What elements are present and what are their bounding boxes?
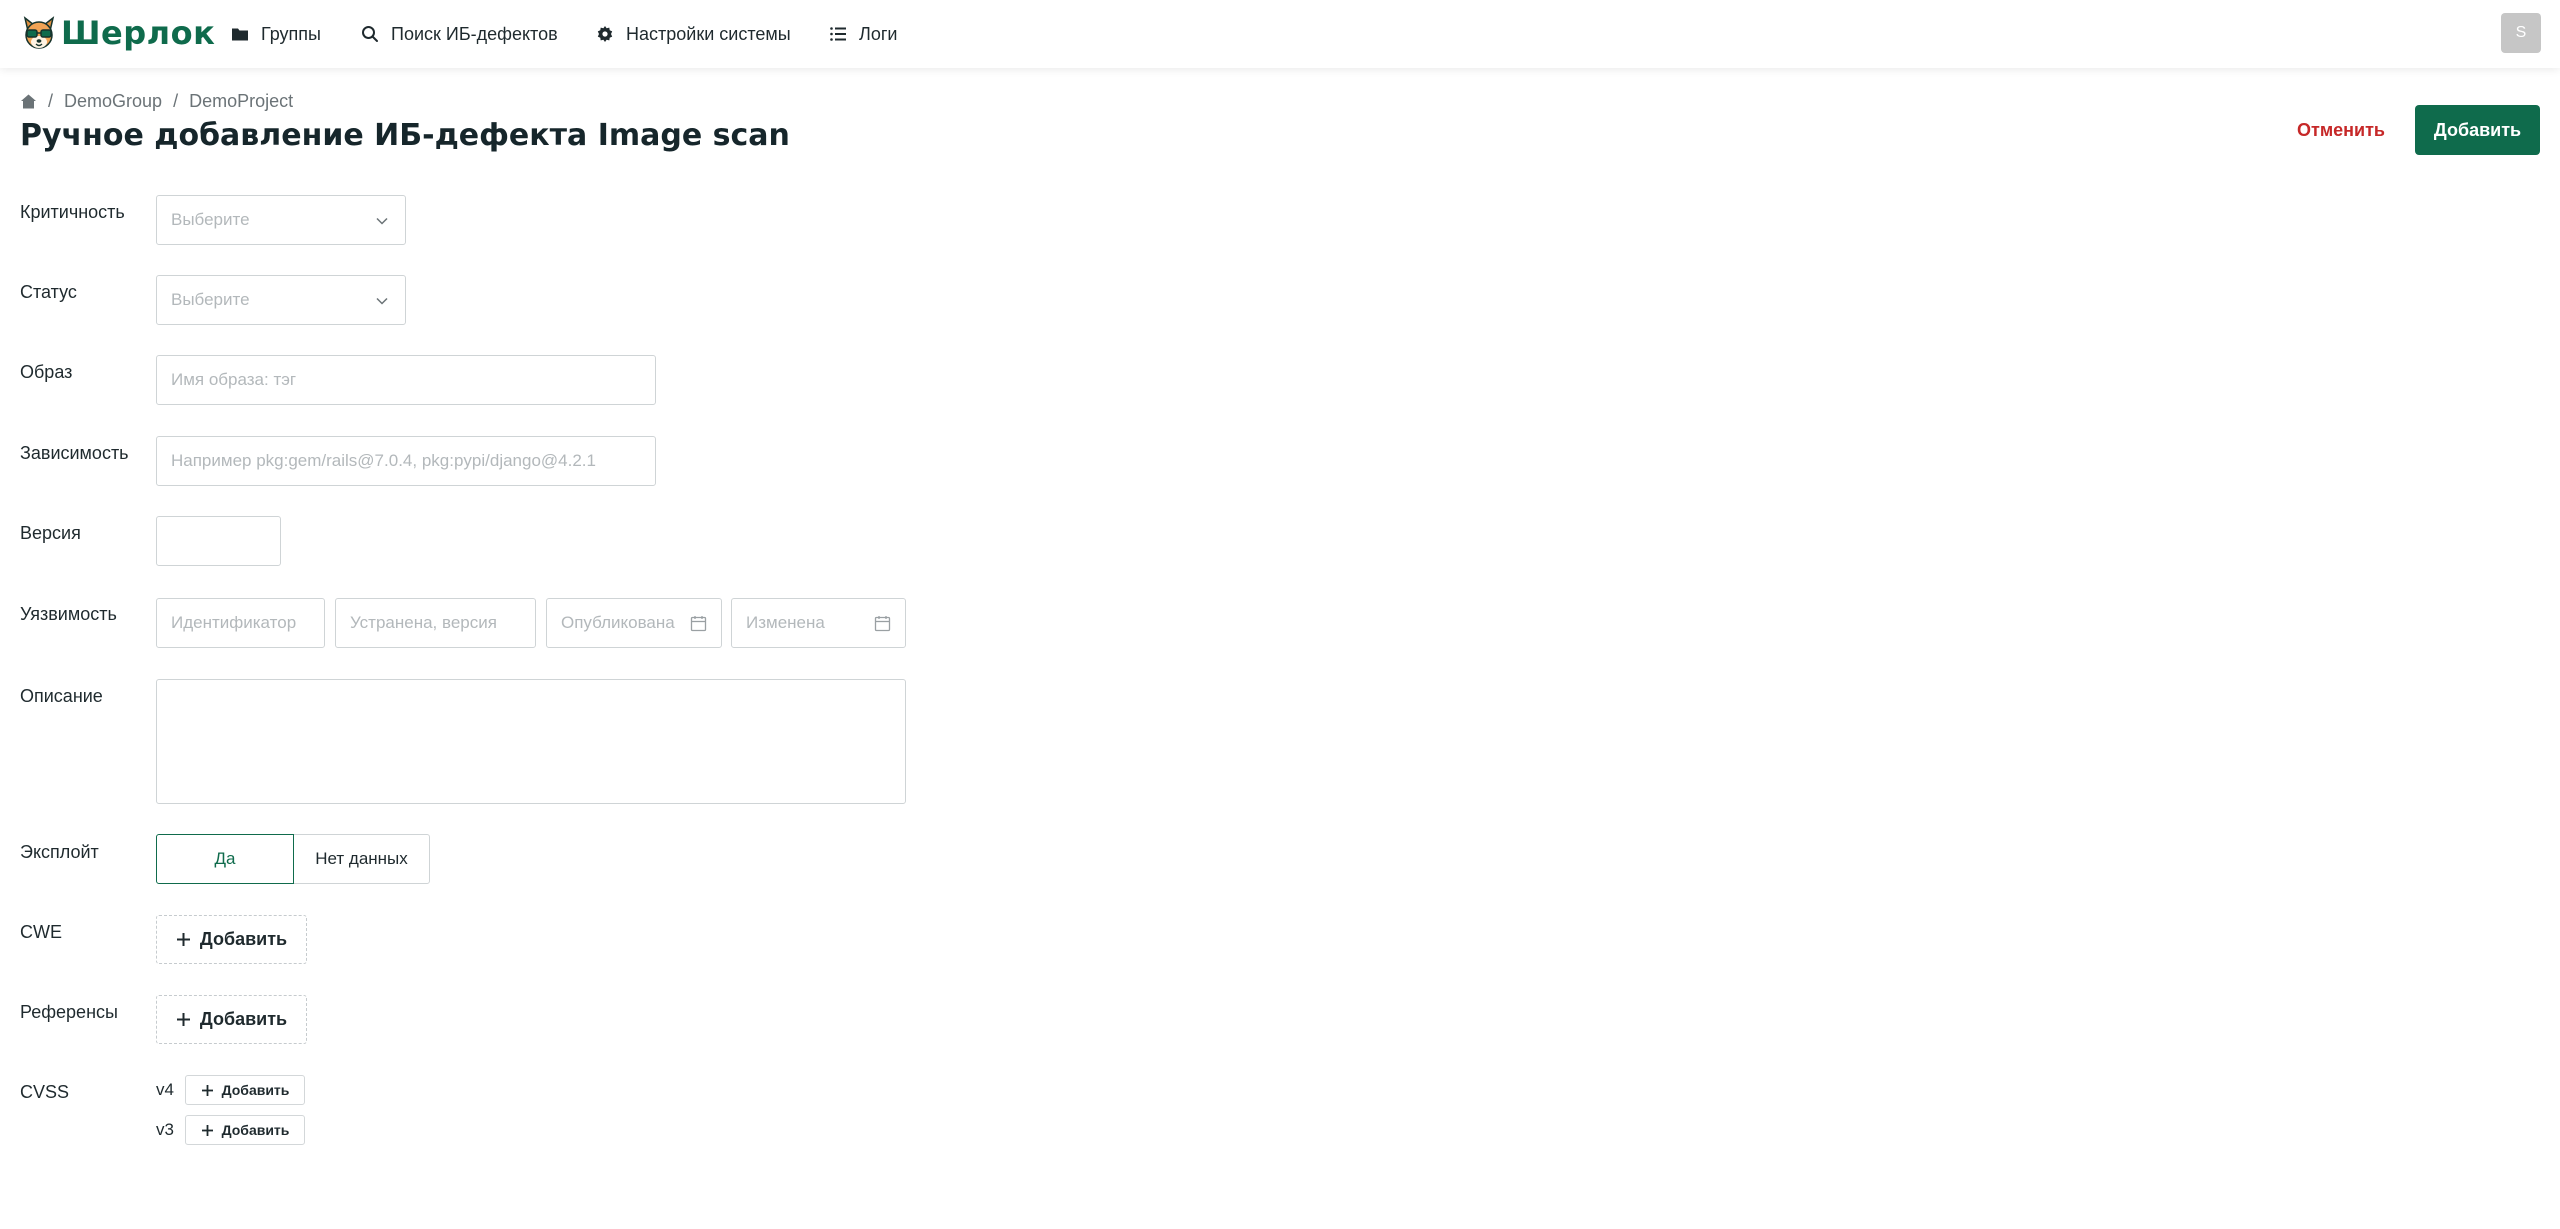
- cvss-v4-label: v4: [156, 1080, 174, 1099]
- add-cwe-button[interactable]: Добавить: [156, 915, 307, 964]
- modified-date-placeholder: Изменена: [746, 613, 825, 632]
- gear-icon: [597, 26, 613, 42]
- vulnerability-id-input[interactable]: [156, 598, 325, 648]
- submit-add-button[interactable]: Добавить: [2415, 105, 2540, 155]
- description-textarea[interactable]: [156, 679, 906, 804]
- chevron-down-icon: [376, 297, 388, 305]
- breadcrumb: / DemoGroup / DemoProject: [20, 89, 293, 113]
- nav-search[interactable]: Поиск ИБ-дефектов: [361, 0, 558, 68]
- version-label: Версия: [20, 523, 81, 543]
- app-logo[interactable]: Шерлок: [20, 14, 215, 52]
- calendar-icon: [874, 616, 891, 632]
- add-reference-label: Добавить: [199, 1009, 288, 1029]
- plus-icon: [201, 1124, 213, 1136]
- cancel-button[interactable]: Отменить: [2290, 106, 2392, 154]
- nav-search-label: Поиск ИБ-дефектов: [391, 23, 558, 44]
- dog-logo-icon: [23, 16, 55, 49]
- nav-settings-label: Настройки системы: [626, 23, 791, 44]
- description-label: Описание: [20, 686, 103, 706]
- vulnerability-fixed-version-input[interactable]: [335, 598, 536, 648]
- nav-settings[interactable]: Настройки системы: [596, 0, 791, 68]
- add-cvss-v4-button[interactable]: Добавить: [185, 1075, 305, 1105]
- breadcrumb-group[interactable]: DemoGroup: [64, 91, 162, 112]
- page-title: Ручное добавление ИБ-дефекта Image scan: [20, 118, 790, 153]
- add-cvss-v3-button[interactable]: Добавить: [185, 1115, 305, 1145]
- list-icon: [830, 27, 846, 41]
- criticality-select[interactable]: Выберите: [156, 195, 406, 245]
- vulnerability-label: Уязвимость: [20, 604, 117, 624]
- add-cvss-v4-label: Добавить: [221, 1082, 290, 1098]
- add-reference-button[interactable]: Добавить: [156, 995, 307, 1044]
- criticality-placeholder: Выберите: [171, 210, 250, 229]
- cvss-v3-label: v3: [156, 1120, 174, 1139]
- version-input[interactable]: [156, 516, 281, 566]
- nav-logs[interactable]: Логи: [829, 0, 897, 68]
- nav-groups[interactable]: Группы: [231, 0, 321, 68]
- app-name: Шерлок: [61, 14, 216, 52]
- folder-icon: [232, 28, 248, 41]
- home-icon[interactable]: [20, 93, 37, 110]
- chevron-down-icon: [376, 217, 388, 225]
- plus-icon: [176, 933, 190, 946]
- nav-logs-label: Логи: [859, 23, 898, 44]
- add-cvss-v3-label: Добавить: [221, 1122, 290, 1138]
- published-date-placeholder: Опубликована: [561, 613, 675, 632]
- plus-icon: [201, 1084, 213, 1096]
- calendar-icon: [690, 616, 707, 632]
- status-select[interactable]: Выберите: [156, 275, 406, 325]
- nav-groups-label: Группы: [261, 23, 321, 44]
- search-icon: [362, 26, 378, 42]
- image-input[interactable]: [156, 355, 656, 405]
- exploit-label: Эксплойт: [20, 842, 99, 862]
- breadcrumb-project[interactable]: DemoProject: [189, 91, 293, 112]
- top-navbar: Шерлок Группы Поиск ИБ-дефектов Настройк…: [0, 0, 2560, 68]
- references-label: Референсы: [20, 1002, 118, 1022]
- exploit-yes-option[interactable]: Да: [156, 834, 294, 884]
- plus-icon: [176, 1013, 190, 1026]
- status-placeholder: Выберите: [171, 290, 250, 309]
- cvss-label: CVSS: [20, 1082, 70, 1102]
- add-cwe-label: Добавить: [199, 929, 288, 949]
- user-avatar[interactable]: S: [2501, 13, 2541, 53]
- modified-date-picker[interactable]: Изменена: [731, 598, 906, 648]
- breadcrumb-separator: /: [48, 90, 54, 111]
- status-label: Статус: [20, 282, 77, 302]
- breadcrumb-separator: /: [173, 90, 179, 111]
- image-label: Образ: [20, 362, 73, 382]
- dependency-label: Зависимость: [20, 443, 129, 463]
- cwe-label: CWE: [20, 922, 62, 942]
- dependency-input[interactable]: [156, 436, 656, 486]
- exploit-no-data-option[interactable]: Нет данных: [293, 834, 430, 884]
- published-date-picker[interactable]: Опубликована: [546, 598, 722, 648]
- criticality-label: Критичность: [20, 202, 125, 222]
